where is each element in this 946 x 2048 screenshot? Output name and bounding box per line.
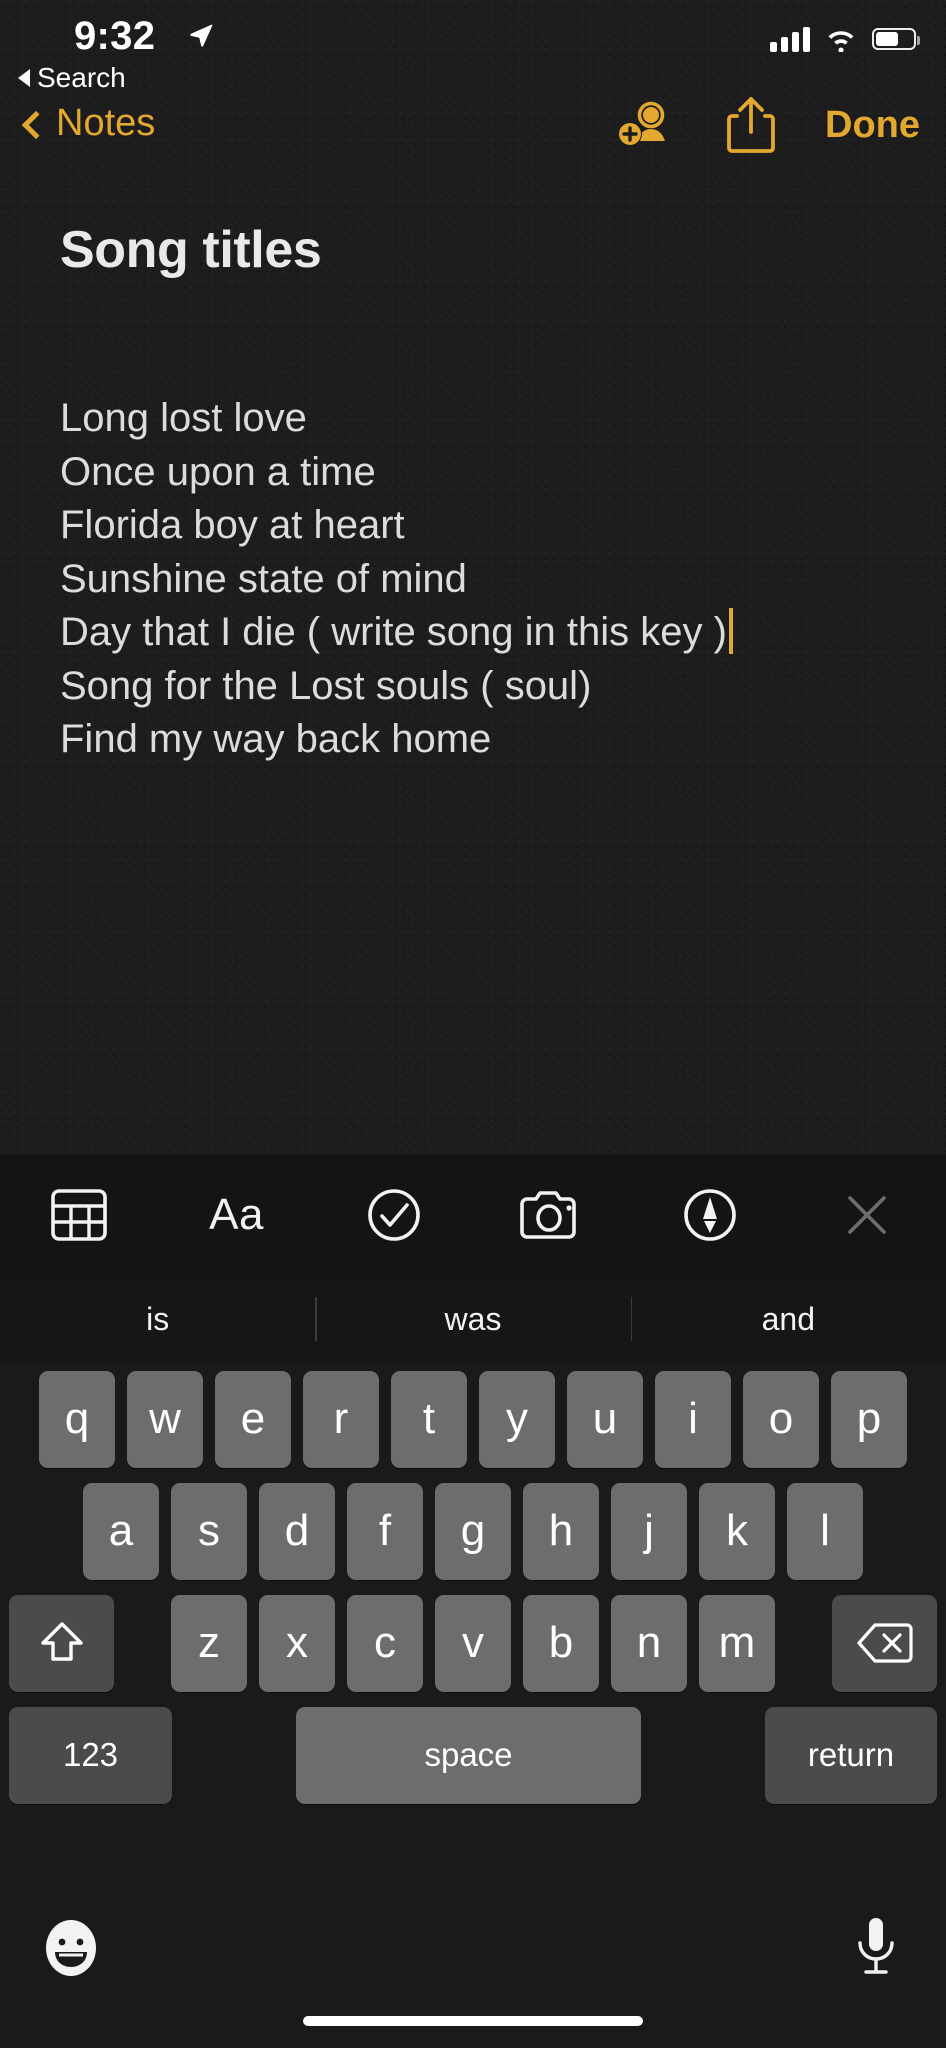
prediction-item[interactable]: was	[315, 1293, 630, 1345]
note-body[interactable]: Long lost love Once upon a time Florida …	[60, 392, 906, 767]
key-u[interactable]: u	[567, 1370, 643, 1468]
status-bar: 9:32	[0, 0, 946, 92]
location-arrow-icon	[190, 24, 213, 47]
status-time: 9:32	[74, 14, 156, 58]
key-m[interactable]: m	[699, 1594, 775, 1692]
key-b[interactable]: b	[523, 1594, 599, 1692]
key-j[interactable]: j	[611, 1482, 687, 1580]
shift-key[interactable]	[9, 1594, 114, 1692]
prediction-item[interactable]: is	[0, 1293, 315, 1345]
key-s[interactable]: s	[171, 1482, 247, 1580]
keyboard-bottom-bar	[0, 1891, 946, 2048]
close-x-icon	[848, 1196, 886, 1234]
key-r[interactable]: r	[303, 1370, 379, 1468]
emoji-button[interactable]	[40, 1917, 102, 1984]
key-e[interactable]: e	[215, 1370, 291, 1468]
shift-arrow-up-icon	[40, 1622, 83, 1661]
note-line[interactable]: Sunshine state of mind	[60, 553, 906, 607]
key-d[interactable]: d	[259, 1482, 335, 1580]
backspace-key[interactable]	[832, 1594, 937, 1692]
checklist-button[interactable]	[315, 1155, 473, 1275]
keyboard-row-4: 123 space return	[0, 1699, 946, 1811]
home-indicator[interactable]	[303, 2016, 643, 2026]
table-icon	[51, 1189, 107, 1241]
key-w[interactable]: w	[127, 1370, 203, 1468]
numbers-key[interactable]: 123	[9, 1706, 172, 1804]
key-c[interactable]: c	[347, 1594, 423, 1692]
keyboard-row-1: q w e r t y u i o p	[0, 1363, 946, 1475]
note-title[interactable]: Song titles	[60, 220, 322, 280]
format-aa-icon: Aa	[209, 1190, 264, 1239]
wifi-icon	[828, 31, 854, 52]
camera-button[interactable]	[473, 1155, 631, 1275]
return-key[interactable]: return	[765, 1706, 937, 1804]
key-a[interactable]: a	[83, 1482, 159, 1580]
prediction-bar: is was and	[0, 1275, 946, 1363]
keyboard: q w e r t y u i o p a s d f g h j k l z …	[0, 1363, 946, 1891]
markup-button[interactable]	[631, 1155, 789, 1275]
key-k[interactable]: k	[699, 1482, 775, 1580]
navigation-bar: Notes Done	[0, 88, 946, 170]
key-n[interactable]: n	[611, 1594, 687, 1692]
key-h[interactable]: h	[523, 1482, 599, 1580]
microphone-icon	[858, 1918, 894, 1974]
notes-app-screen: 9:32 Search Notes Done Song titles Long …	[0, 0, 946, 2048]
prediction-item[interactable]: and	[630, 1293, 946, 1345]
note-line-with-caret[interactable]: Day that I die ( write song in this key …	[60, 606, 906, 660]
status-icons	[770, 26, 920, 52]
note-line[interactable]: Find my way back home	[60, 713, 906, 767]
key-l[interactable]: l	[787, 1482, 863, 1580]
cellular-signal-icon	[770, 26, 810, 52]
note-line[interactable]: Song for the Lost souls ( soul)	[60, 660, 906, 714]
emoji-smiley-icon	[46, 1920, 96, 1976]
back-to-notes-label: Notes	[56, 102, 156, 144]
note-line[interactable]: Once upon a time	[60, 446, 906, 500]
key-o[interactable]: o	[743, 1370, 819, 1468]
nav-actions: Done	[615, 94, 920, 156]
key-y[interactable]: y	[479, 1370, 555, 1468]
note-line-text: Day that I die ( write song in this key …	[60, 610, 727, 654]
delete-left-icon	[856, 1623, 913, 1663]
key-x[interactable]: x	[259, 1594, 335, 1692]
add-person-button[interactable]	[615, 97, 677, 153]
key-p[interactable]: p	[831, 1370, 907, 1468]
format-button[interactable]: Aa	[158, 1155, 316, 1275]
battery-icon	[872, 28, 920, 50]
keyboard-row-3: z x c v b n m	[0, 1587, 946, 1699]
checklist-circle-icon	[368, 1189, 420, 1241]
note-line[interactable]: Long lost love	[60, 392, 906, 446]
format-toolbar: Aa	[0, 1155, 946, 1275]
dictation-button[interactable]	[852, 1915, 900, 1986]
keyboard-row-2: a s d f g h j k l	[0, 1475, 946, 1587]
done-button[interactable]: Done	[825, 104, 920, 147]
table-button[interactable]	[0, 1155, 158, 1275]
key-f[interactable]: f	[347, 1482, 423, 1580]
chevron-left-icon	[21, 110, 51, 139]
key-i[interactable]: i	[655, 1370, 731, 1468]
text-cursor	[728, 608, 733, 654]
camera-icon	[520, 1191, 576, 1239]
key-q[interactable]: q	[39, 1370, 115, 1468]
space-key[interactable]: space	[296, 1706, 641, 1804]
key-g[interactable]: g	[435, 1482, 511, 1580]
key-v[interactable]: v	[435, 1594, 511, 1692]
key-t[interactable]: t	[391, 1370, 467, 1468]
back-to-notes-button[interactable]: Notes	[21, 102, 156, 145]
share-button[interactable]	[725, 94, 777, 156]
note-line[interactable]: Florida boy at heart	[60, 499, 906, 553]
close-keyboard-button[interactable]	[788, 1155, 946, 1275]
markup-pen-icon	[683, 1189, 736, 1241]
triangle-left-icon	[18, 69, 30, 87]
key-z[interactable]: z	[171, 1594, 247, 1692]
